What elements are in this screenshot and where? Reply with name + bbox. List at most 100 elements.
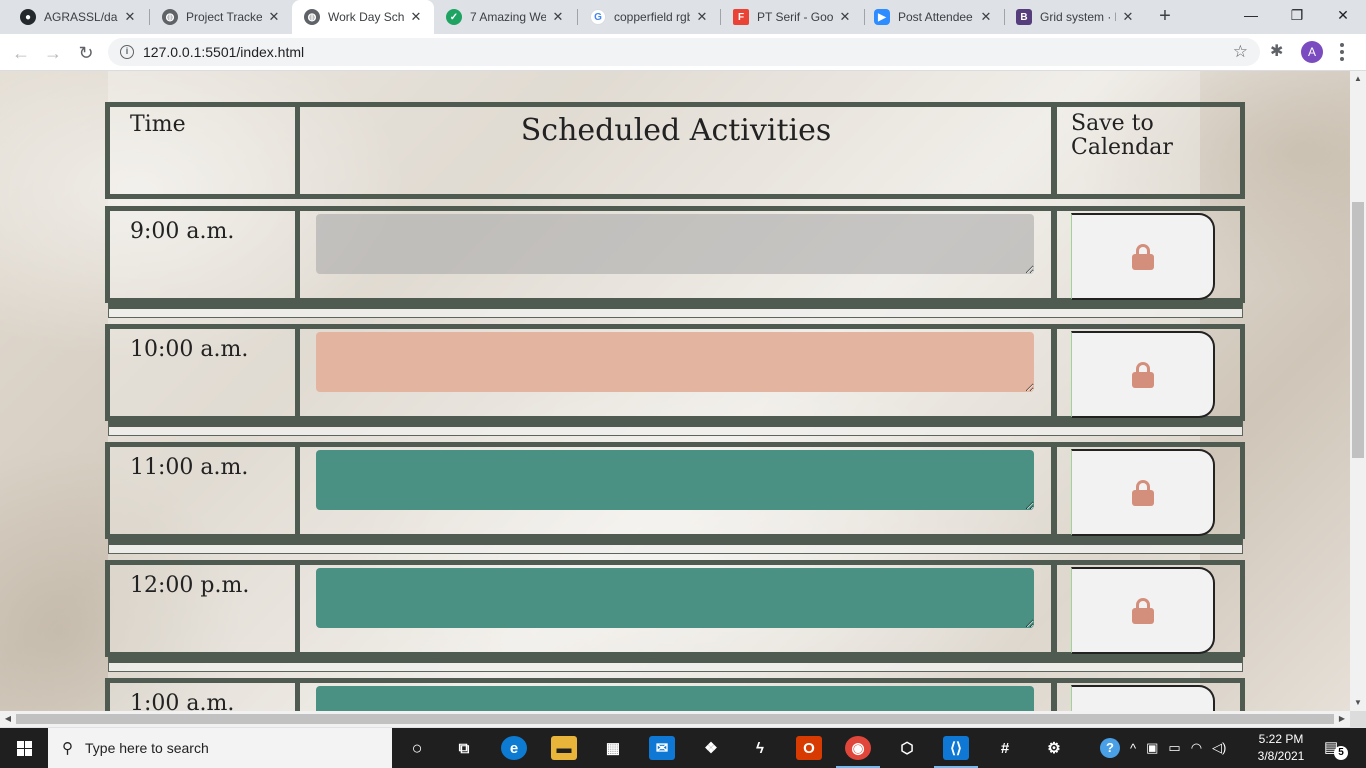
- browser-tab[interactable]: ▶ Post Attendee ✕: [862, 0, 1004, 34]
- package-icon[interactable]: ⬡: [894, 736, 920, 760]
- save-button[interactable]: [1071, 685, 1215, 711]
- app-icon[interactable]: ϟ: [747, 736, 773, 760]
- dropbox-icon[interactable]: ❖: [698, 736, 724, 760]
- search-icon: ⚲: [62, 740, 73, 757]
- activity-input[interactable]: [316, 568, 1034, 628]
- scrollbar-thumb[interactable]: [1352, 202, 1364, 458]
- browser-tab[interactable]: B Grid system · B ✕: [1004, 0, 1146, 34]
- browser-tab[interactable]: ✓ 7 Amazing We ✕: [434, 0, 576, 34]
- scroll-right-icon[interactable]: ▶: [1334, 711, 1350, 727]
- restore-icon[interactable]: ❐: [1274, 0, 1320, 30]
- activity-input[interactable]: [316, 214, 1034, 274]
- hour-label: 10:00 a.m.: [130, 337, 249, 362]
- time-cell: 12:00 p.m.: [105, 560, 300, 657]
- browser-tab[interactable]: ● AGRASSL/daily ✕: [8, 0, 148, 34]
- save-button[interactable]: [1071, 331, 1215, 418]
- tab-title: PT Serif - Goog: [757, 10, 833, 24]
- mail-icon[interactable]: ✉: [649, 736, 675, 760]
- taskbar-clock[interactable]: 5:22 PM 3/8/2021: [1246, 731, 1316, 765]
- lock-icon: [1131, 361, 1154, 388]
- activity-cell: [295, 324, 1057, 421]
- clock-date: 3/8/2021: [1257, 749, 1305, 763]
- profile-avatar[interactable]: A: [1301, 41, 1323, 63]
- store-icon[interactable]: ▦: [600, 736, 626, 760]
- hour-row: 12:00 p.m.: [105, 560, 1245, 657]
- activity-input[interactable]: [316, 332, 1034, 392]
- notification-badge: 5: [1334, 746, 1348, 760]
- scroll-left-icon[interactable]: ◀: [0, 711, 16, 727]
- close-icon[interactable]: ✕: [837, 9, 853, 25]
- info-icon[interactable]: i: [120, 45, 134, 59]
- minimize-icon[interactable]: —: [1228, 0, 1274, 30]
- chevron-up-icon[interactable]: ^: [1130, 741, 1136, 756]
- page-viewport: Time Scheduled Activities Save to Calenda…: [0, 71, 1350, 711]
- meet-now-icon[interactable]: ▣: [1146, 740, 1158, 756]
- tab-title: AGRASSL/daily: [44, 10, 118, 24]
- vscode-icon[interactable]: ⟨⟩: [943, 736, 969, 760]
- time-cell: 11:00 a.m.: [105, 442, 300, 539]
- office-icon[interactable]: O: [796, 736, 822, 760]
- vertical-scrollbar[interactable]: ▲ ▼: [1350, 71, 1366, 711]
- schedule-header-row: Time Scheduled Activities Save to Calenda…: [105, 102, 1245, 199]
- header-time-label: Time: [130, 112, 186, 137]
- save-cell: [1051, 678, 1245, 711]
- close-window-icon[interactable]: ✕: [1320, 0, 1366, 30]
- settings-gear-icon[interactable]: ⚙: [1041, 736, 1067, 760]
- close-icon[interactable]: ✕: [694, 9, 710, 25]
- address-bar[interactable]: i 127.0.0.1:5501/index.html ☆: [108, 38, 1260, 66]
- tab-title: copperfield rgb: [614, 10, 690, 24]
- scrollbar-corner: [1350, 711, 1366, 727]
- notification-icon[interactable]: ▤ 5: [1324, 738, 1348, 760]
- edge-icon[interactable]: e: [501, 736, 527, 760]
- github-icon: ●: [20, 9, 36, 25]
- forward-icon[interactable]: →: [40, 40, 66, 66]
- chrome-icon[interactable]: ◉: [845, 736, 871, 760]
- battery-icon[interactable]: ▭: [1168, 740, 1180, 756]
- menu-icon[interactable]: [1336, 40, 1348, 64]
- new-tab-button[interactable]: +: [1154, 5, 1176, 27]
- activity-input[interactable]: [316, 686, 1034, 711]
- activity-cell: [295, 206, 1057, 303]
- close-icon[interactable]: ✕: [550, 9, 566, 25]
- volume-icon[interactable]: ◁): [1212, 740, 1226, 756]
- save-button[interactable]: [1071, 567, 1215, 654]
- file-explorer-icon[interactable]: ▬: [551, 736, 577, 760]
- task-view-icon[interactable]: ⧉: [451, 736, 477, 760]
- close-icon[interactable]: ✕: [266, 9, 282, 25]
- lock-icon: [1131, 479, 1154, 506]
- cortana-icon[interactable]: ○: [404, 736, 430, 760]
- activity-input[interactable]: [316, 450, 1034, 510]
- horizontal-scrollbar[interactable]: ◀ ▶: [0, 711, 1350, 727]
- url-text[interactable]: 127.0.0.1:5501/index.html: [143, 44, 304, 60]
- close-icon[interactable]: ✕: [122, 9, 138, 25]
- scroll-down-icon[interactable]: ▼: [1350, 695, 1366, 711]
- reload-icon[interactable]: ↻: [73, 40, 99, 66]
- browser-tab[interactable]: F PT Serif - Goog ✕: [721, 0, 863, 34]
- browser-tab[interactable]: G copperfield rgb ✕: [578, 0, 720, 34]
- slack-icon[interactable]: #: [992, 736, 1018, 760]
- tab-title: Post Attendee: [898, 10, 973, 24]
- extensions-icon[interactable]: ✱: [1270, 41, 1283, 61]
- tab-title: Grid system · B: [1040, 10, 1116, 24]
- tab-title: Work Day Sche: [328, 10, 404, 24]
- close-icon[interactable]: ✕: [978, 9, 994, 25]
- google-icon: G: [590, 9, 606, 25]
- bookmark-star-icon[interactable]: ☆: [1233, 42, 1248, 62]
- time-cell: 9:00 a.m.: [105, 206, 300, 303]
- close-icon[interactable]: ✕: [1120, 9, 1136, 25]
- scrollbar-thumb[interactable]: [16, 714, 1334, 724]
- back-icon[interactable]: ←: [8, 40, 34, 66]
- close-icon[interactable]: ✕: [408, 9, 424, 25]
- time-cell: 10:00 a.m.: [105, 324, 300, 421]
- wifi-icon[interactable]: ◠: [1191, 740, 1202, 756]
- taskbar-search[interactable]: ⚲ Type here to search: [48, 728, 392, 768]
- start-button[interactable]: [0, 728, 48, 768]
- browser-toolbar: ← → ↻ i 127.0.0.1:5501/index.html ☆: [0, 34, 1366, 71]
- save-button[interactable]: [1071, 449, 1215, 536]
- activity-cell: [295, 678, 1057, 711]
- browser-tab-active[interactable]: ◍ Work Day Sche ✕: [292, 0, 434, 34]
- browser-tab[interactable]: ◍ Project Tracker ✕: [150, 0, 292, 34]
- scroll-up-icon[interactable]: ▲: [1350, 71, 1366, 87]
- help-icon[interactable]: ?: [1100, 738, 1120, 758]
- save-button[interactable]: [1071, 213, 1215, 300]
